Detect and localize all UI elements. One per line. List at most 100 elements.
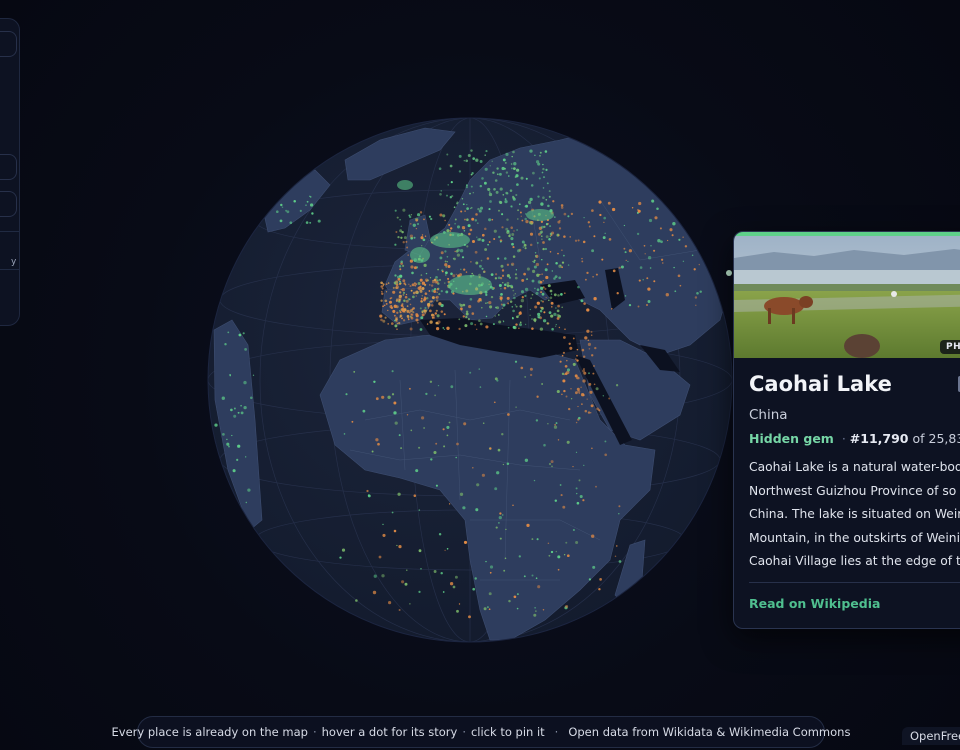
place-dot xyxy=(618,560,622,563)
description-line: Caohai Village lies at the edge of t xyxy=(749,554,960,568)
place-dot xyxy=(440,571,443,575)
place-dot xyxy=(593,235,596,238)
place-dot xyxy=(498,522,500,524)
place-dot xyxy=(506,462,510,466)
place-dot xyxy=(487,187,491,191)
place-dot xyxy=(586,271,589,275)
place-dot xyxy=(574,358,577,361)
place-dot xyxy=(477,222,479,224)
place-dot xyxy=(351,420,354,423)
place-dot xyxy=(478,368,481,370)
pinned-place-marker[interactable] xyxy=(726,270,732,276)
place-dot xyxy=(502,193,505,196)
place-dot xyxy=(569,346,573,350)
place-dot xyxy=(418,446,421,449)
place-dot xyxy=(615,384,619,387)
place-dot xyxy=(520,290,525,294)
place-card[interactable]: PH Caohai Lake China Hidden gem · #11,790… xyxy=(733,231,960,629)
place-dot xyxy=(415,283,418,285)
place-dot xyxy=(624,295,627,297)
map-stage[interactable]: y PH Caohai Lake China Hidden gem · #11,… xyxy=(0,0,960,750)
place-dot xyxy=(446,548,449,550)
place-dot xyxy=(558,276,562,280)
map-attribution[interactable]: OpenFree xyxy=(902,727,960,745)
place-dot xyxy=(512,309,515,313)
place-dot xyxy=(538,177,541,180)
place-dot xyxy=(524,287,529,292)
place-dot xyxy=(442,591,445,593)
place-dot xyxy=(420,316,424,320)
place-dot xyxy=(279,219,283,223)
place-dot xyxy=(452,274,456,278)
place-dot xyxy=(470,185,473,188)
place-dot xyxy=(590,330,593,333)
place-dot xyxy=(468,615,471,619)
place-dot xyxy=(387,323,390,325)
place-dot xyxy=(568,407,571,411)
place-dot xyxy=(398,609,401,611)
place-dot xyxy=(472,157,476,160)
place-dot xyxy=(305,204,307,207)
place-dot xyxy=(647,256,652,260)
place-dot xyxy=(511,306,514,308)
place-dot xyxy=(417,286,421,290)
place-dot xyxy=(545,275,549,280)
place-dot xyxy=(410,223,412,225)
place-dot xyxy=(550,301,554,305)
place-dot xyxy=(512,325,516,329)
place-dot xyxy=(408,283,410,286)
place-dot xyxy=(536,241,539,244)
place-dot xyxy=(382,319,386,323)
place-dot xyxy=(521,296,524,299)
place-dot xyxy=(411,308,414,311)
place-dot xyxy=(637,305,640,308)
place-dot xyxy=(561,261,565,264)
place-dot xyxy=(463,268,466,271)
place-dot xyxy=(498,284,502,287)
place-dot xyxy=(398,265,402,268)
place-dot xyxy=(582,240,586,244)
place-dot xyxy=(469,228,473,232)
place-dot xyxy=(226,438,228,441)
place-dot xyxy=(381,292,384,296)
place-dot xyxy=(511,264,513,266)
place-dot xyxy=(402,293,405,296)
place-dot xyxy=(471,272,474,275)
place-dot xyxy=(398,321,401,325)
place-dot xyxy=(442,214,446,218)
place-dot xyxy=(586,398,588,400)
place-dot xyxy=(409,327,413,331)
place-dot xyxy=(486,302,489,304)
place-dot xyxy=(402,208,406,212)
place-dot xyxy=(462,506,466,510)
place-dot xyxy=(421,234,424,236)
place-dot xyxy=(415,314,419,318)
place-dot xyxy=(240,404,242,407)
place-dot xyxy=(584,336,588,340)
place-dot xyxy=(487,243,489,246)
wikipedia-link[interactable]: Read on Wikipedia xyxy=(749,596,880,611)
place-dot xyxy=(560,494,563,497)
place-dot xyxy=(547,322,550,325)
place-dot xyxy=(498,235,501,239)
place-dot xyxy=(446,434,449,437)
hint-separator: · xyxy=(554,725,559,739)
place-dot xyxy=(421,295,423,297)
place-dot xyxy=(534,305,538,309)
place-dot xyxy=(391,370,394,373)
place-dot xyxy=(481,238,485,242)
place-dot xyxy=(489,571,492,574)
place-dot xyxy=(444,549,446,552)
place-dot xyxy=(519,305,523,308)
place-dot xyxy=(458,603,461,605)
place-dot xyxy=(399,291,402,294)
place-dot xyxy=(591,354,594,357)
place-dot xyxy=(647,300,651,303)
place-dot xyxy=(616,545,618,547)
place-dot xyxy=(672,222,676,226)
place-dot xyxy=(407,318,410,321)
place-dot xyxy=(516,218,519,220)
place-dot xyxy=(511,195,515,199)
place-dot xyxy=(544,287,547,291)
place-dot xyxy=(542,319,547,323)
